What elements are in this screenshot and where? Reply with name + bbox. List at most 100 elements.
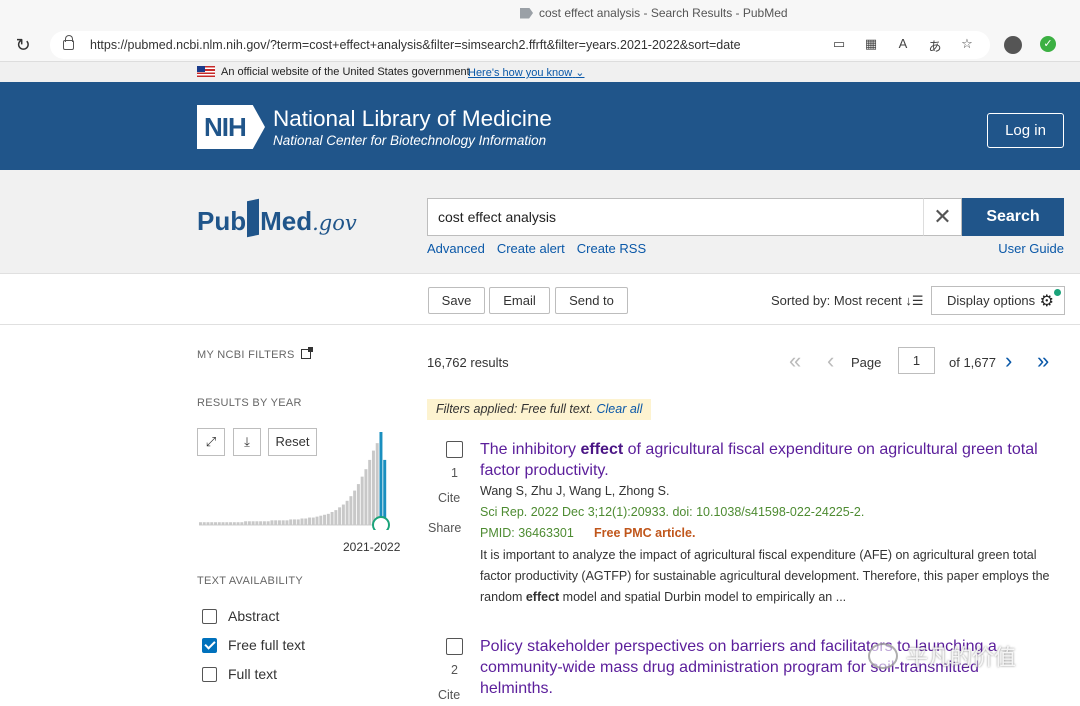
year-slider-handle[interactable] (372, 516, 390, 530)
histogram-bar (371, 450, 375, 525)
histogram-bar (199, 522, 202, 525)
share-button[interactable]: Share (428, 521, 461, 535)
clear-all-link[interactable]: Clear all (597, 402, 643, 416)
histogram-bar (304, 518, 308, 525)
watermark: 平凡的价值 (868, 640, 1016, 672)
display-options-label: Display options (947, 293, 1036, 308)
title-highlight: effect (580, 441, 624, 458)
free-full-text-filter[interactable]: Free full text (202, 637, 305, 653)
browser-titlebar: cost effect analysis - Search Results - … (0, 0, 1080, 28)
user-guide-link[interactable]: User Guide (998, 241, 1064, 256)
histogram-bar (308, 517, 311, 525)
notification-dot (1054, 289, 1061, 296)
clear-search-icon[interactable]: ✕ (923, 198, 962, 236)
create-alert-link[interactable]: Create alert (497, 241, 565, 256)
sort-icon: ↓☰ (905, 293, 924, 308)
search-input[interactable] (427, 198, 923, 236)
histogram-bar (277, 520, 281, 525)
my-ncbi-filters-link[interactable]: MY NCBI FILTERS (197, 347, 313, 361)
histogram-bar (247, 521, 251, 525)
histogram-bar (341, 504, 345, 525)
next-page-icon[interactable]: › (1005, 349, 1012, 373)
histogram-bar (232, 522, 236, 525)
login-button[interactable]: Log in (987, 113, 1064, 148)
results-toolbar: Save Email Send to Sorted by: Most recen… (0, 274, 1080, 325)
favorite-star-icon[interactable]: ☆ (958, 36, 976, 55)
display-options-button[interactable]: Display options ⚙ (931, 286, 1065, 315)
create-rss-link[interactable]: Create RSS (577, 241, 646, 256)
histogram-bar (281, 520, 285, 525)
wechat-icon (868, 643, 898, 669)
translate-icon[interactable]: あ (926, 36, 944, 55)
nlm-title[interactable]: National Library of Medicine (273, 106, 552, 132)
free-pmc-badge: Free PMC article. (594, 526, 696, 540)
ncbi-subtitle[interactable]: National Center for Biotechnology Inform… (273, 133, 546, 148)
qr-code-icon[interactable]: ▦ (862, 36, 880, 55)
heres-how-you-know-link[interactable]: Here's how you know ⌄ (468, 66, 585, 79)
sort-control[interactable]: Sorted by: Most recent ↓☰ (771, 293, 924, 309)
browser-extensions: ✓ (1004, 36, 1056, 54)
full-text-checkbox[interactable] (202, 666, 217, 682)
lock-icon[interactable] (63, 35, 74, 50)
histogram-bar (338, 507, 342, 525)
prev-page-icon[interactable]: ‹ (827, 349, 834, 373)
histogram-bar (225, 522, 229, 525)
cite-button[interactable]: Cite (438, 688, 460, 702)
full-text-label: Full text (228, 666, 278, 682)
cite-button[interactable]: Cite (438, 491, 460, 505)
search-links: Advanced Create alert Create RSS (427, 241, 646, 256)
page-number-input[interactable]: 1 (898, 347, 935, 374)
gear-icon: ⚙ (1039, 293, 1054, 310)
filters-applied-banner: Filters applied: Free full text. Clear a… (427, 399, 652, 420)
save-button[interactable]: Save (428, 287, 485, 314)
histogram-bar (368, 459, 372, 525)
histogram-bar (266, 521, 270, 525)
histogram-bar (356, 484, 360, 525)
browser-tab[interactable]: cost effect analysis - Search Results - … (520, 6, 788, 20)
free-full-text-checkbox[interactable] (202, 637, 217, 653)
text-availability-heading: TEXT AVAILABILITY (197, 575, 303, 587)
histogram-bar (323, 514, 327, 525)
send-to-button[interactable]: Send to (555, 287, 628, 314)
read-aloud-icon[interactable]: A (894, 36, 912, 55)
app-available-icon[interactable]: ▭ (830, 36, 848, 55)
histogram-bar (334, 510, 338, 525)
advanced-link[interactable]: Advanced (427, 241, 485, 256)
result-checkbox[interactable] (446, 441, 463, 458)
histogram-bar (383, 459, 387, 525)
email-button[interactable]: Email (489, 287, 550, 314)
pubmed-favicon-icon (520, 7, 533, 19)
abstract-filter[interactable]: Abstract (202, 608, 279, 624)
histogram-bar (311, 517, 315, 525)
pubmed-logo[interactable]: Pub Med.gov (197, 198, 357, 238)
gov-link-label: Here's how you know (468, 67, 573, 79)
reload-icon[interactable]: ↻ (12, 34, 34, 56)
nih-logo[interactable]: NIH (197, 105, 265, 149)
full-text-filter[interactable]: Full text (202, 666, 277, 682)
result-pmid: PMID: 36463301 (480, 526, 574, 540)
page-label: Page (851, 355, 882, 370)
url-field[interactable]: https://pubmed.ncbi.nlm.nih.gov/?term=co… (50, 31, 990, 59)
url-text[interactable]: https://pubmed.ncbi.nlm.nih.gov/?term=co… (90, 38, 741, 52)
histogram-bar (353, 490, 357, 525)
search-button[interactable]: Search (962, 198, 1064, 236)
results-by-year-histogram[interactable] (197, 430, 397, 530)
result-title-link[interactable]: The inhibitory effect of agricultural fi… (480, 439, 1055, 481)
last-page-icon[interactable]: » (1037, 349, 1049, 373)
result-checkbox[interactable] (446, 638, 463, 655)
results-count: 16,762 results (427, 355, 509, 370)
browser-address-bar: ↻ https://pubmed.ncbi.nlm.nih.gov/?term=… (0, 28, 1080, 62)
extension-icon[interactable] (1004, 36, 1022, 54)
external-link-icon (300, 347, 313, 359)
histogram-bar (296, 519, 300, 525)
tab-title: cost effect analysis - Search Results - … (539, 6, 788, 20)
histogram-bar (364, 469, 368, 525)
abstract-checkbox[interactable] (202, 608, 217, 624)
check-extension-icon[interactable]: ✓ (1040, 36, 1056, 52)
histogram-bar (214, 522, 217, 525)
result-number: 1 (451, 466, 458, 480)
nlm-header: NIH National Library of Medicine Nationa… (0, 82, 1080, 170)
gov-banner-text: An official website of the United States… (221, 66, 470, 78)
first-page-icon[interactable]: « (789, 349, 801, 373)
histogram-bar (244, 521, 248, 525)
